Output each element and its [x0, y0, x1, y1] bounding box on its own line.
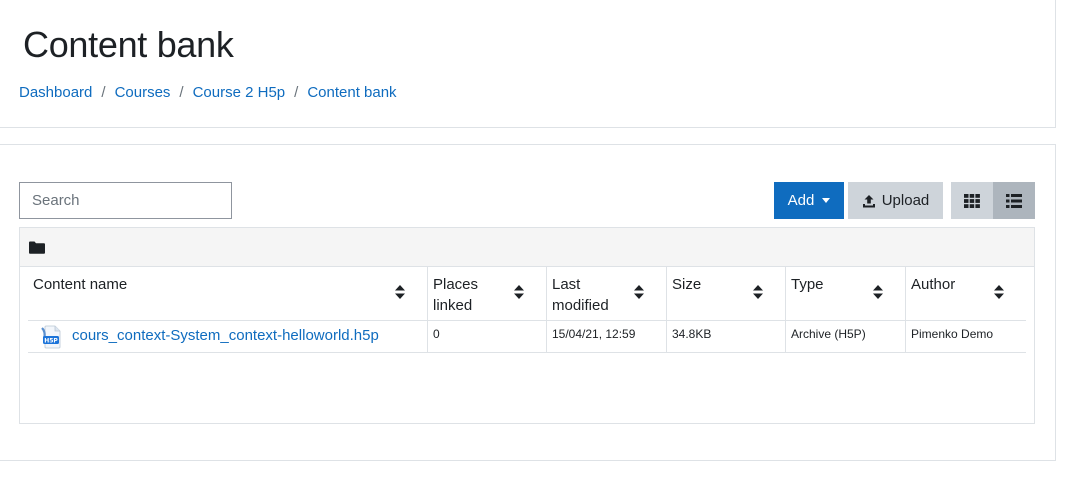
sort-icon — [514, 285, 524, 299]
column-label: Size — [672, 276, 702, 293]
search-input[interactable] — [19, 182, 232, 219]
table-cell-last-modified: 15/04/21, 12:59 — [547, 321, 667, 353]
sort-icon — [634, 285, 644, 299]
breadcrumb: Dashboard / Courses / Course 2 H5p / Con… — [19, 84, 397, 101]
breadcrumb-content-bank[interactable]: Content bank — [307, 84, 396, 101]
sort-icon — [873, 285, 883, 299]
breadcrumb-separator: / — [294, 84, 299, 101]
page-title: Content bank — [23, 24, 234, 65]
breadcrumb-courses[interactable]: Courses — [115, 84, 171, 101]
upload-button[interactable]: Upload — [848, 182, 943, 219]
breadcrumb-course[interactable]: Course 2 H5p — [193, 84, 286, 101]
column-header-places-linked[interactable]: Places linked — [428, 267, 547, 321]
sort-icon — [753, 285, 763, 299]
column-header-size[interactable]: Size — [667, 267, 786, 321]
content-file-link[interactable]: cours_context-System_context-helloworld.… — [72, 327, 379, 344]
add-button[interactable]: Add — [774, 182, 844, 219]
h5p-file-icon: H5P — [41, 325, 61, 349]
column-header-last-modified[interactable]: Last modified — [547, 267, 667, 321]
breadcrumb-separator: / — [101, 84, 106, 101]
svg-text:H5P: H5P — [44, 337, 58, 344]
breadcrumb-separator: / — [179, 84, 184, 101]
column-header-type[interactable]: Type — [786, 267, 906, 321]
upload-button-label: Upload — [881, 192, 930, 209]
table-cell-size: 34.8KB — [667, 321, 786, 353]
list-view-icon — [1006, 193, 1022, 208]
column-label: Content name — [33, 276, 128, 293]
content-table: Content name Places linked Last modified… — [19, 227, 1035, 424]
list-view-button[interactable] — [993, 182, 1035, 219]
add-button-label: Add — [787, 192, 815, 209]
table-cell-author: Pimenko Demo — [906, 321, 1026, 353]
table-row-name-cell: H5P cours_context-System_context-hellowo… — [28, 321, 428, 353]
breadcrumb-dashboard[interactable]: Dashboard — [19, 84, 92, 101]
sort-icon — [395, 285, 405, 299]
column-label: Author — [911, 276, 956, 293]
folder-icon[interactable] — [29, 241, 45, 254]
table-cell-places-linked: 0 — [428, 321, 547, 353]
grid-view-icon — [964, 193, 980, 208]
column-label: Places linked — [433, 276, 479, 314]
chevron-down-icon — [822, 198, 831, 203]
column-label: Last modified — [552, 276, 609, 314]
grid-view-button[interactable] — [951, 182, 993, 219]
sort-icon — [994, 285, 1004, 299]
folder-bar — [20, 228, 1034, 267]
table-cell-type: Archive (H5P) — [786, 321, 906, 353]
column-header-author[interactable]: Author — [906, 267, 1026, 321]
upload-icon — [862, 194, 875, 207]
column-label: Type — [791, 276, 824, 293]
column-header-content-name[interactable]: Content name — [28, 267, 428, 321]
